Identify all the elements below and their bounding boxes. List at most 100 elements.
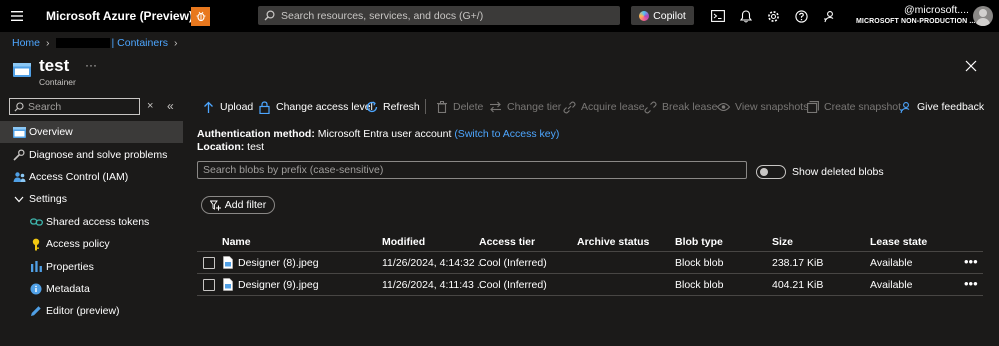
blob-search-placeholder: Search blobs by prefix (case-sensitive) — [203, 164, 384, 176]
table-row[interactable]: Designer (8).jpeg 11/26/2024, 4:14:32 ..… — [197, 252, 983, 274]
column-header-name[interactable]: Name — [222, 236, 251, 248]
auth-method-value: Microsoft Entra user account — [317, 128, 452, 140]
give-feedback-button[interactable]: Give feedback — [899, 98, 984, 116]
bell-icon[interactable] — [738, 8, 754, 24]
lock-icon — [258, 100, 271, 114]
refresh-button[interactable]: Refresh — [365, 98, 420, 116]
blob-name-link[interactable]: Designer (8).jpeg — [238, 257, 319, 269]
give-feedback-label: Give feedback — [917, 101, 985, 113]
collapse-sidebar-icon[interactable]: « — [167, 99, 174, 113]
sidebar-item-label: Properties — [46, 260, 94, 273]
close-icon[interactable] — [964, 59, 978, 73]
cell-access-tier: Cool (Inferred) — [479, 279, 547, 291]
feedback-icon[interactable] — [821, 8, 837, 24]
sidebar-item-metadata[interactable]: Metadata — [0, 278, 183, 300]
cell-modified: 11/26/2024, 4:14:32 ... — [382, 257, 487, 269]
row-more-icon[interactable]: ••• — [964, 276, 978, 291]
sidebar-item-access-policy[interactable]: Access policy — [0, 233, 183, 255]
location-line: Location: test — [197, 141, 264, 153]
show-deleted-label: Show deleted blobs — [792, 166, 884, 178]
sidebar-item-label: Shared access tokens — [46, 215, 150, 228]
avatar[interactable] — [973, 6, 993, 26]
redacted-block — [55, 38, 110, 48]
sidebar-item-editor[interactable]: Editor (preview) — [0, 300, 183, 322]
upload-button[interactable]: Upload — [202, 98, 253, 116]
sidebar-item-shared-access-tokens[interactable]: Shared access tokens — [0, 211, 183, 233]
account-info[interactable]: @microsoft.... MICROSOFT NON-PRODUCTION … — [856, 4, 976, 28]
info-icon — [29, 282, 43, 296]
key-icon — [29, 237, 43, 251]
bug-icon[interactable] — [191, 6, 210, 26]
show-deleted-toggle[interactable] — [756, 165, 786, 179]
app-title[interactable]: Microsoft Azure (Preview) — [46, 9, 193, 23]
sidebar-item-properties[interactable]: Properties — [0, 255, 183, 277]
blob-table: Name Modified Access tier Archive status… — [197, 231, 983, 296]
sidebar-search-placeholder: Search — [28, 100, 62, 113]
upload-label: Upload — [220, 101, 254, 113]
column-header-blob-type[interactable]: Blob type — [675, 236, 723, 248]
account-directory: MICROSOFT NON-PRODUCTION ... — [856, 18, 976, 25]
gear-icon[interactable] — [765, 8, 781, 24]
clear-search-icon[interactable]: × — [147, 100, 153, 112]
change-tier-button[interactable]: Change tier — [489, 98, 561, 116]
acquire-lease-label: Acquire lease — [581, 101, 645, 113]
create-snapshot-button[interactable]: Create snapshot — [806, 98, 901, 116]
add-filter-button[interactable]: Add filter — [201, 196, 275, 214]
chevron-right-icon: › — [173, 37, 178, 49]
switch-auth-link[interactable]: (Switch to Access key) — [454, 128, 559, 140]
cell-lease-state: Available — [870, 279, 913, 291]
chevron-right-icon: › — [46, 37, 50, 49]
global-search-input[interactable]: Search resources, services, and docs (G+… — [258, 6, 620, 25]
column-header-access-tier[interactable]: Access tier — [479, 236, 535, 248]
blob-prefix-search-input[interactable]: Search blobs by prefix (case-sensitive) — [197, 161, 747, 179]
account-email: @microsoft.... — [904, 4, 969, 16]
column-header-size[interactable]: Size — [772, 236, 793, 248]
breadcrumb-containers[interactable]: | Containers — [112, 37, 168, 49]
pencil-icon — [29, 304, 43, 318]
column-header-modified[interactable]: Modified — [382, 236, 425, 248]
row-checkbox[interactable] — [203, 279, 215, 291]
delete-label: Delete — [453, 101, 484, 113]
page-title: test — [39, 56, 70, 75]
wrench-icon — [12, 148, 26, 162]
view-snapshots-button[interactable]: View snapshots — [717, 98, 808, 116]
blob-name-link[interactable]: Designer (9).jpeg — [238, 279, 319, 291]
delete-button[interactable]: Delete — [435, 98, 483, 116]
cloud-shell-icon[interactable] — [710, 8, 726, 24]
location-label: Location: — [197, 141, 245, 153]
hamburger-menu-icon[interactable] — [2, 0, 32, 32]
acquire-lease-button[interactable]: Acquire lease — [563, 98, 645, 116]
sidebar-search-input[interactable]: Search — [9, 98, 140, 115]
sidebar-item-overview[interactable]: Overview — [0, 121, 183, 144]
page-subtitle: Container — [39, 77, 76, 87]
cell-size: 404.21 KiB — [772, 279, 824, 291]
sidebar-item-label: Metadata — [46, 282, 90, 295]
snapshot-icon — [806, 101, 819, 114]
bars-icon — [29, 260, 43, 274]
row-more-icon[interactable]: ••• — [964, 254, 978, 269]
link-lease-icon — [563, 101, 576, 114]
sidebar-item-settings[interactable]: Settings — [0, 188, 183, 210]
table-row[interactable]: Designer (9).jpeg 11/26/2024, 4:11:43 ..… — [197, 274, 983, 296]
column-header-archive-status[interactable]: Archive status — [577, 236, 649, 248]
change-access-level-button[interactable]: Change access level — [258, 98, 373, 116]
more-options-icon[interactable]: ··· — [85, 58, 97, 72]
sidebar-item-label: Overview — [29, 126, 73, 139]
command-bar: Upload Change access level Refresh Delet… — [197, 98, 987, 116]
trash-icon — [435, 101, 448, 114]
sidebar-item-access-control[interactable]: Access Control (IAM) — [0, 166, 183, 188]
column-header-lease-state[interactable]: Lease state — [870, 236, 927, 248]
cell-blob-type: Block blob — [675, 279, 724, 291]
container-icon — [12, 125, 26, 139]
row-checkbox[interactable] — [203, 257, 215, 269]
sidebar-item-diagnose[interactable]: Diagnose and solve problems — [0, 143, 183, 165]
breadcrumb: Home › | Containers › — [12, 37, 183, 49]
link-icon — [29, 215, 43, 229]
change-tier-label: Change tier — [507, 101, 562, 113]
breadcrumb-home[interactable]: Home — [12, 37, 40, 49]
help-icon[interactable] — [793, 8, 809, 24]
copilot-label: Copilot — [653, 9, 686, 22]
break-lease-button[interactable]: Break lease — [644, 98, 717, 116]
copilot-button[interactable]: Copilot — [631, 6, 694, 25]
view-snapshots-label: View snapshots — [735, 101, 809, 113]
